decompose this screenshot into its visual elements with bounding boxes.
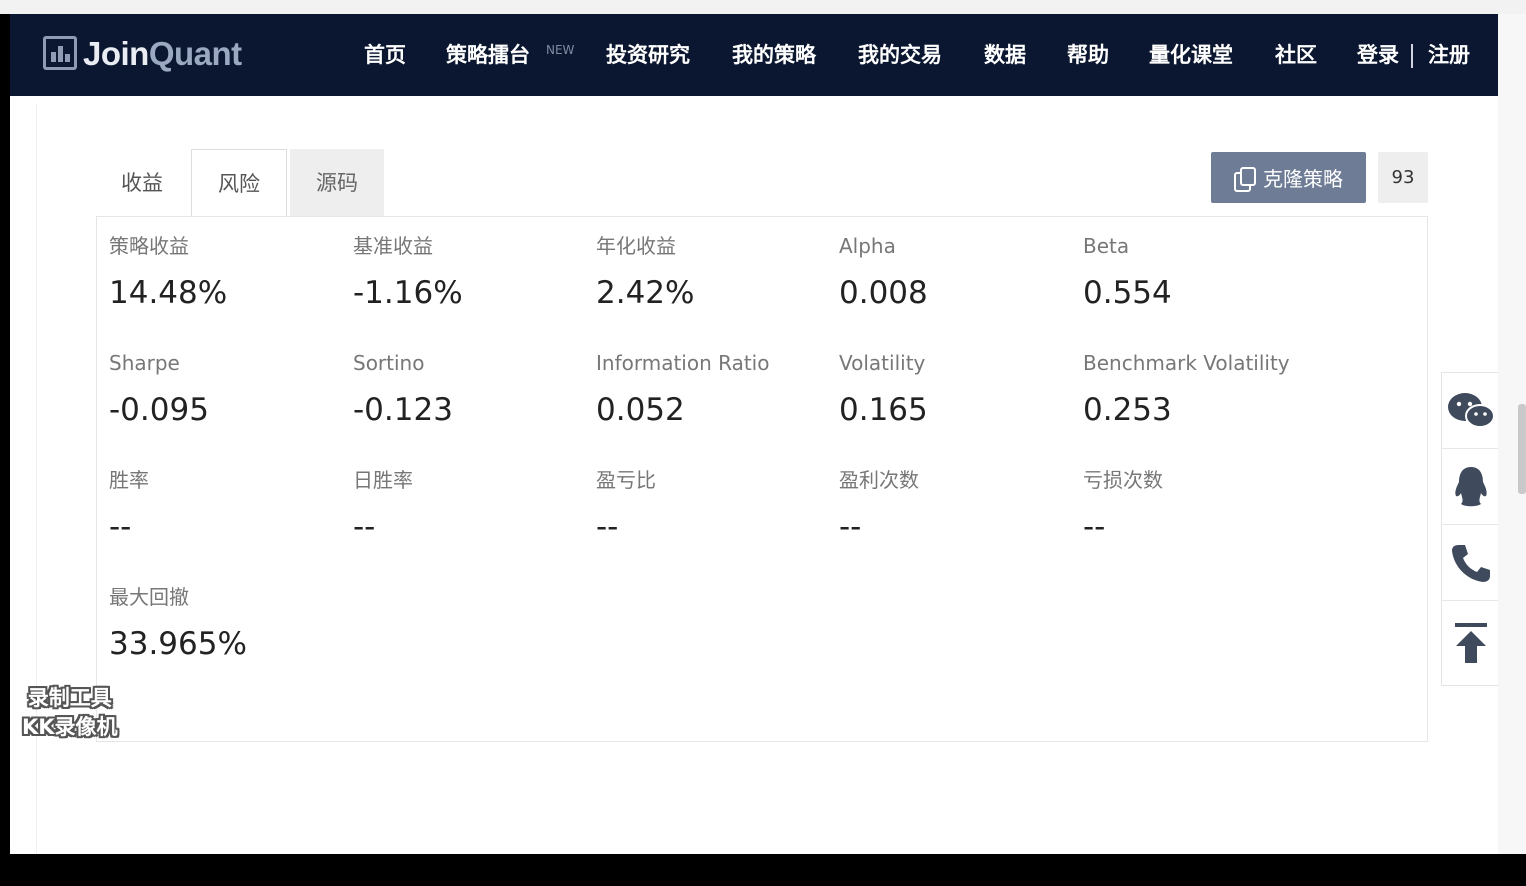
nav-quant-class[interactable]: 量化课堂 bbox=[1149, 42, 1233, 68]
logo-text-quant: Quant bbox=[148, 34, 242, 72]
nav-home[interactable]: 首页 bbox=[364, 42, 406, 68]
metric-max-drawdown: 最大回撤 33.965% bbox=[109, 584, 349, 664]
metric-daily-win-rate: 日胜率 -- bbox=[353, 467, 593, 547]
nav-register[interactable]: 注册 bbox=[1428, 42, 1470, 68]
metric-label: 最大回撤 bbox=[109, 585, 189, 609]
metric-benchmark-return: 基准收益 -1.16% bbox=[353, 233, 593, 313]
phone-button[interactable] bbox=[1442, 525, 1498, 601]
tab-source-code[interactable]: 源码 bbox=[290, 149, 384, 217]
metric-sortino: Sortino -0.123 bbox=[353, 350, 593, 430]
nav-my-trades[interactable]: 我的交易 bbox=[858, 42, 942, 68]
metric-value: -1.16% bbox=[353, 275, 463, 311]
qq-button[interactable] bbox=[1442, 449, 1498, 525]
metric-value: -- bbox=[1083, 509, 1106, 545]
nav-data[interactable]: 数据 bbox=[984, 42, 1026, 68]
floating-contact-widget bbox=[1441, 372, 1498, 686]
metric-value: -- bbox=[596, 509, 619, 545]
logo-text-join: Join bbox=[83, 34, 149, 72]
metric-label: 盈利次数 bbox=[839, 468, 919, 492]
phone-icon bbox=[1452, 544, 1490, 582]
nav-separator bbox=[1411, 44, 1413, 68]
metric-label: 亏损次数 bbox=[1083, 468, 1163, 492]
nav-my-strategies[interactable]: 我的策略 bbox=[732, 42, 816, 68]
nav-strategy-arena[interactable]: 策略擂台 bbox=[446, 42, 530, 68]
page: JoinQuant 首页 策略擂台 NEW 投资研究 我的策略 我的交易 数据 … bbox=[10, 14, 1498, 854]
metric-profit-loss-ratio: 盈亏比 -- bbox=[596, 467, 836, 547]
nav-login[interactable]: 登录 bbox=[1357, 42, 1399, 68]
metric-label: Beta bbox=[1083, 234, 1130, 258]
metric-label: Sortino bbox=[353, 351, 425, 375]
metric-label: Benchmark Volatility bbox=[1083, 351, 1290, 375]
clone-count: 93 bbox=[1378, 152, 1428, 203]
watermark-line1: 录制工具 bbox=[27, 686, 112, 710]
metric-value: -0.095 bbox=[109, 392, 209, 428]
nav-research[interactable]: 投资研究 bbox=[606, 42, 690, 68]
qq-icon bbox=[1455, 466, 1487, 506]
wechat-button[interactable] bbox=[1442, 373, 1498, 449]
metric-loss-count: 亏损次数 -- bbox=[1083, 467, 1323, 547]
metric-value: 0.052 bbox=[596, 392, 685, 428]
metric-label: 日胜率 bbox=[353, 468, 413, 492]
scrollbar-thumb[interactable] bbox=[1518, 404, 1526, 494]
metric-label: 基准收益 bbox=[353, 234, 433, 258]
metric-value: -- bbox=[109, 509, 132, 545]
metric-label: Sharpe bbox=[109, 351, 180, 375]
metric-value: -- bbox=[353, 509, 376, 545]
clone-strategy-label: 克隆策略 bbox=[1263, 167, 1343, 191]
metric-label: 年化收益 bbox=[596, 234, 676, 258]
metric-value: 33.965% bbox=[109, 626, 247, 662]
metric-information-ratio: Information Ratio 0.052 bbox=[596, 350, 836, 430]
metric-label: Volatility bbox=[839, 351, 926, 375]
joinquant-logo[interactable]: JoinQuant bbox=[43, 36, 242, 70]
metric-profit-count: 盈利次数 -- bbox=[839, 467, 1079, 547]
metric-alpha: Alpha 0.008 bbox=[839, 233, 1079, 313]
metric-value: 0.554 bbox=[1083, 275, 1172, 311]
bottom-black-bar bbox=[0, 854, 1526, 886]
metric-value: 14.48% bbox=[109, 275, 228, 311]
metric-value: 2.42% bbox=[596, 275, 695, 311]
metric-win-rate: 胜率 -- bbox=[109, 467, 349, 547]
metric-volatility: Volatility 0.165 bbox=[839, 350, 1079, 430]
metric-label: 胜率 bbox=[109, 468, 149, 492]
metric-value: 0.008 bbox=[839, 275, 928, 311]
metric-label: Information Ratio bbox=[596, 351, 770, 375]
logo-chart-icon bbox=[43, 36, 77, 70]
browser-top-strip bbox=[0, 0, 1526, 14]
tab-risk[interactable]: 风险 bbox=[191, 149, 287, 217]
metric-value: 0.253 bbox=[1083, 392, 1172, 428]
metric-sharpe: Sharpe -0.095 bbox=[109, 350, 349, 430]
metric-value: 0.165 bbox=[839, 392, 928, 428]
metric-label: 策略收益 bbox=[109, 234, 189, 258]
nav-help[interactable]: 帮助 bbox=[1067, 42, 1109, 68]
clone-strategy-button[interactable]: 克隆策略 bbox=[1211, 152, 1366, 203]
metric-benchmark-volatility: Benchmark Volatility 0.253 bbox=[1083, 350, 1323, 430]
metric-label: 盈亏比 bbox=[596, 468, 656, 492]
watermark-line2: KK录像机 bbox=[22, 715, 118, 739]
metric-beta: Beta 0.554 bbox=[1083, 233, 1323, 313]
metric-value: -0.123 bbox=[353, 392, 453, 428]
clone-icon bbox=[1234, 166, 1256, 192]
back-to-top-button[interactable] bbox=[1442, 601, 1498, 685]
risk-metrics-panel: 策略收益 14.48% 基准收益 -1.16% 年化收益 2.42% Alpha… bbox=[96, 216, 1428, 742]
metric-label: Alpha bbox=[839, 234, 896, 258]
nav-community[interactable]: 社区 bbox=[1275, 42, 1317, 68]
metric-strategy-return: 策略收益 14.48% bbox=[109, 233, 349, 313]
recorder-watermark: 录制工具 KK录像机 bbox=[22, 684, 118, 742]
metric-annual-return: 年化收益 2.42% bbox=[596, 233, 836, 313]
new-badge: NEW bbox=[546, 43, 575, 57]
wechat-icon bbox=[1448, 392, 1495, 428]
navbar: JoinQuant 首页 策略擂台 NEW 投资研究 我的策略 我的交易 数据 … bbox=[10, 14, 1498, 96]
metric-value: -- bbox=[839, 509, 862, 545]
tab-returns[interactable]: 收益 bbox=[100, 149, 184, 217]
page-scrollbar[interactable] bbox=[1498, 14, 1526, 854]
back-to-top-icon bbox=[1455, 623, 1487, 663]
